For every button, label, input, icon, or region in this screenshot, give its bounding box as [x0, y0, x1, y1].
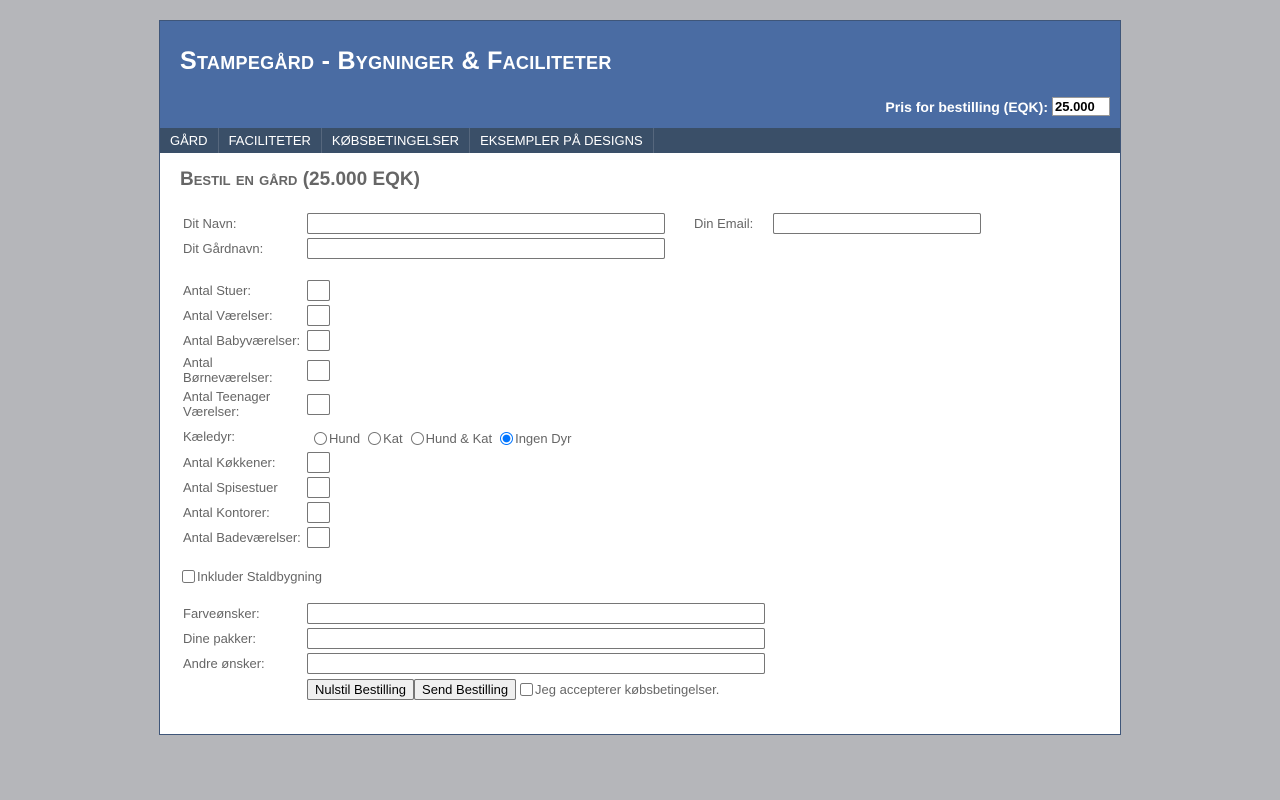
accept-label: Jeg accepterer købsbetingelser.: [535, 682, 720, 697]
stable-label: Inkluder Staldbygning: [197, 569, 323, 584]
name-row: Dit Navn: Din Email:: [183, 213, 981, 234]
price-label: Pris for bestilling (EQK):: [885, 98, 1048, 115]
packages-label: Dine pakker:: [183, 631, 256, 646]
accept-terms: Jeg accepterer købsbetingelser.: [516, 682, 719, 697]
email-label: Din Email:: [694, 216, 754, 231]
other-row: Andre ønsker:: [183, 653, 765, 674]
pet-option-label: Kat: [383, 431, 403, 446]
teenager-input[interactable]: [307, 393, 330, 415]
pet-radio-kat[interactable]: [368, 432, 382, 445]
vaerelser-input[interactable]: [307, 305, 330, 326]
pet-option-kat[interactable]: Kat: [366, 431, 403, 446]
vaerelser-row: Antal Værelser:: [183, 305, 330, 326]
reset-button[interactable]: Nulstil Bestilling: [307, 679, 415, 700]
kontorer-row: Antal Kontorer:: [183, 502, 330, 523]
babyvaerelser-input[interactable]: [307, 330, 330, 351]
stable-checkbox[interactable]: [182, 570, 195, 583]
stable-row: Inkluder Staldbygning: [182, 569, 322, 584]
nav-item-gaard[interactable]: Gård: [160, 128, 219, 153]
price-box: Pris for bestilling (EQK):: [885, 97, 1110, 116]
pet-option-hund[interactable]: Hund: [312, 431, 360, 446]
badevaerelser-label: Antal Badeværelser:: [183, 530, 301, 545]
pets-radio-group: Hund Kat Hund & Kat Ingen Dyr: [312, 431, 577, 446]
boernevaerelser-row: Antal Børneværelser:: [183, 355, 330, 385]
vaerelser-label: Antal Værelser:: [183, 308, 273, 323]
submit-button[interactable]: Send Bestilling: [414, 679, 517, 700]
content: Bestil en gård (25.000 EQK): [160, 153, 1120, 191]
farm-name-input[interactable]: [307, 238, 665, 259]
pets-row: Kæledyr: Hund Kat Hund & Kat Ingen Dyr: [183, 427, 577, 446]
name-input[interactable]: [307, 213, 665, 234]
color-label: Farveønsker:: [183, 606, 260, 621]
pet-option-label: Hund: [329, 431, 361, 446]
koekkener-input[interactable]: [307, 452, 330, 473]
pet-radio-ingen-dyr[interactable]: [500, 432, 514, 445]
nav-item-faciliteter[interactable]: Faciliteter: [219, 128, 322, 153]
boernevaerelser-input[interactable]: [307, 359, 330, 381]
site-title: Stampegård - Bygninger & Faciliteter: [180, 47, 612, 75]
packages-input[interactable]: [307, 628, 765, 649]
other-input[interactable]: [307, 653, 765, 674]
page-container: Stampegård - Bygninger & Faciliteter Pri…: [159, 20, 1121, 735]
form-title: Bestil en gård (25.000 EQK): [180, 169, 420, 190]
main-nav: Gård Faciliteter Købsbetingelser Eksempl…: [160, 128, 1120, 153]
koekkener-label: Antal Køkkener:: [183, 455, 276, 470]
pet-radio-hund[interactable]: [314, 432, 327, 445]
spisestuer-label: Antal Spisestuer: [183, 480, 278, 495]
pet-option-label: Hund & Kat: [425, 431, 493, 446]
pet-option-hund-og-kat[interactable]: Hund & Kat: [409, 431, 493, 446]
actions-row: Nulstil Bestilling Send Bestilling Jeg a…: [307, 679, 719, 700]
color-row: Farveønsker:: [183, 603, 765, 624]
stuer-row: Antal Stuer:: [183, 280, 330, 301]
pets-label: Kæledyr:: [183, 429, 236, 444]
farm-name-row: Dit Gårdnavn:: [183, 238, 665, 259]
babyvaerelser-label: Antal Babyværelser:: [183, 333, 301, 348]
name-label: Dit Navn:: [183, 216, 237, 231]
nav-item-koebsbetingelser[interactable]: Købsbetingelser: [322, 128, 471, 153]
badevaerelser-row: Antal Badeværelser:: [183, 527, 330, 548]
teenager-row: Antal Teenager Værelser:: [183, 389, 330, 419]
kontorer-label: Antal Kontorer:: [183, 505, 270, 520]
spisestuer-input[interactable]: [307, 477, 330, 498]
accept-checkbox[interactable]: [520, 683, 534, 696]
color-input[interactable]: [307, 603, 765, 624]
nav-item-eksempler[interactable]: Eksempler på designs: [470, 128, 654, 153]
site-header: Stampegård - Bygninger & Faciliteter Pri…: [160, 21, 1120, 128]
spisestuer-row: Antal Spisestuer: [183, 477, 330, 498]
boernevaerelser-label: Antal Børneværelser:: [183, 355, 273, 385]
koekkener-row: Antal Køkkener:: [183, 452, 330, 473]
price-input[interactable]: [1052, 97, 1110, 116]
stuer-input[interactable]: [307, 280, 330, 301]
badevaerelser-input[interactable]: [307, 527, 330, 548]
babyvaerelser-row: Antal Babyværelser:: [183, 330, 330, 351]
other-label: Andre ønsker:: [183, 656, 265, 671]
pet-option-label: Ingen Dyr: [515, 431, 572, 446]
packages-row: Dine pakker:: [183, 628, 765, 649]
farm-name-label: Dit Gårdnavn:: [183, 241, 264, 256]
teenager-label: Antal Teenager Værelser:: [183, 389, 271, 419]
kontorer-input[interactable]: [307, 502, 330, 523]
stuer-label: Antal Stuer:: [183, 283, 251, 298]
email-input[interactable]: [773, 213, 981, 234]
pet-option-ingen-dyr[interactable]: Ingen Dyr: [498, 431, 571, 446]
pet-radio-hund-og-kat[interactable]: [410, 432, 424, 445]
